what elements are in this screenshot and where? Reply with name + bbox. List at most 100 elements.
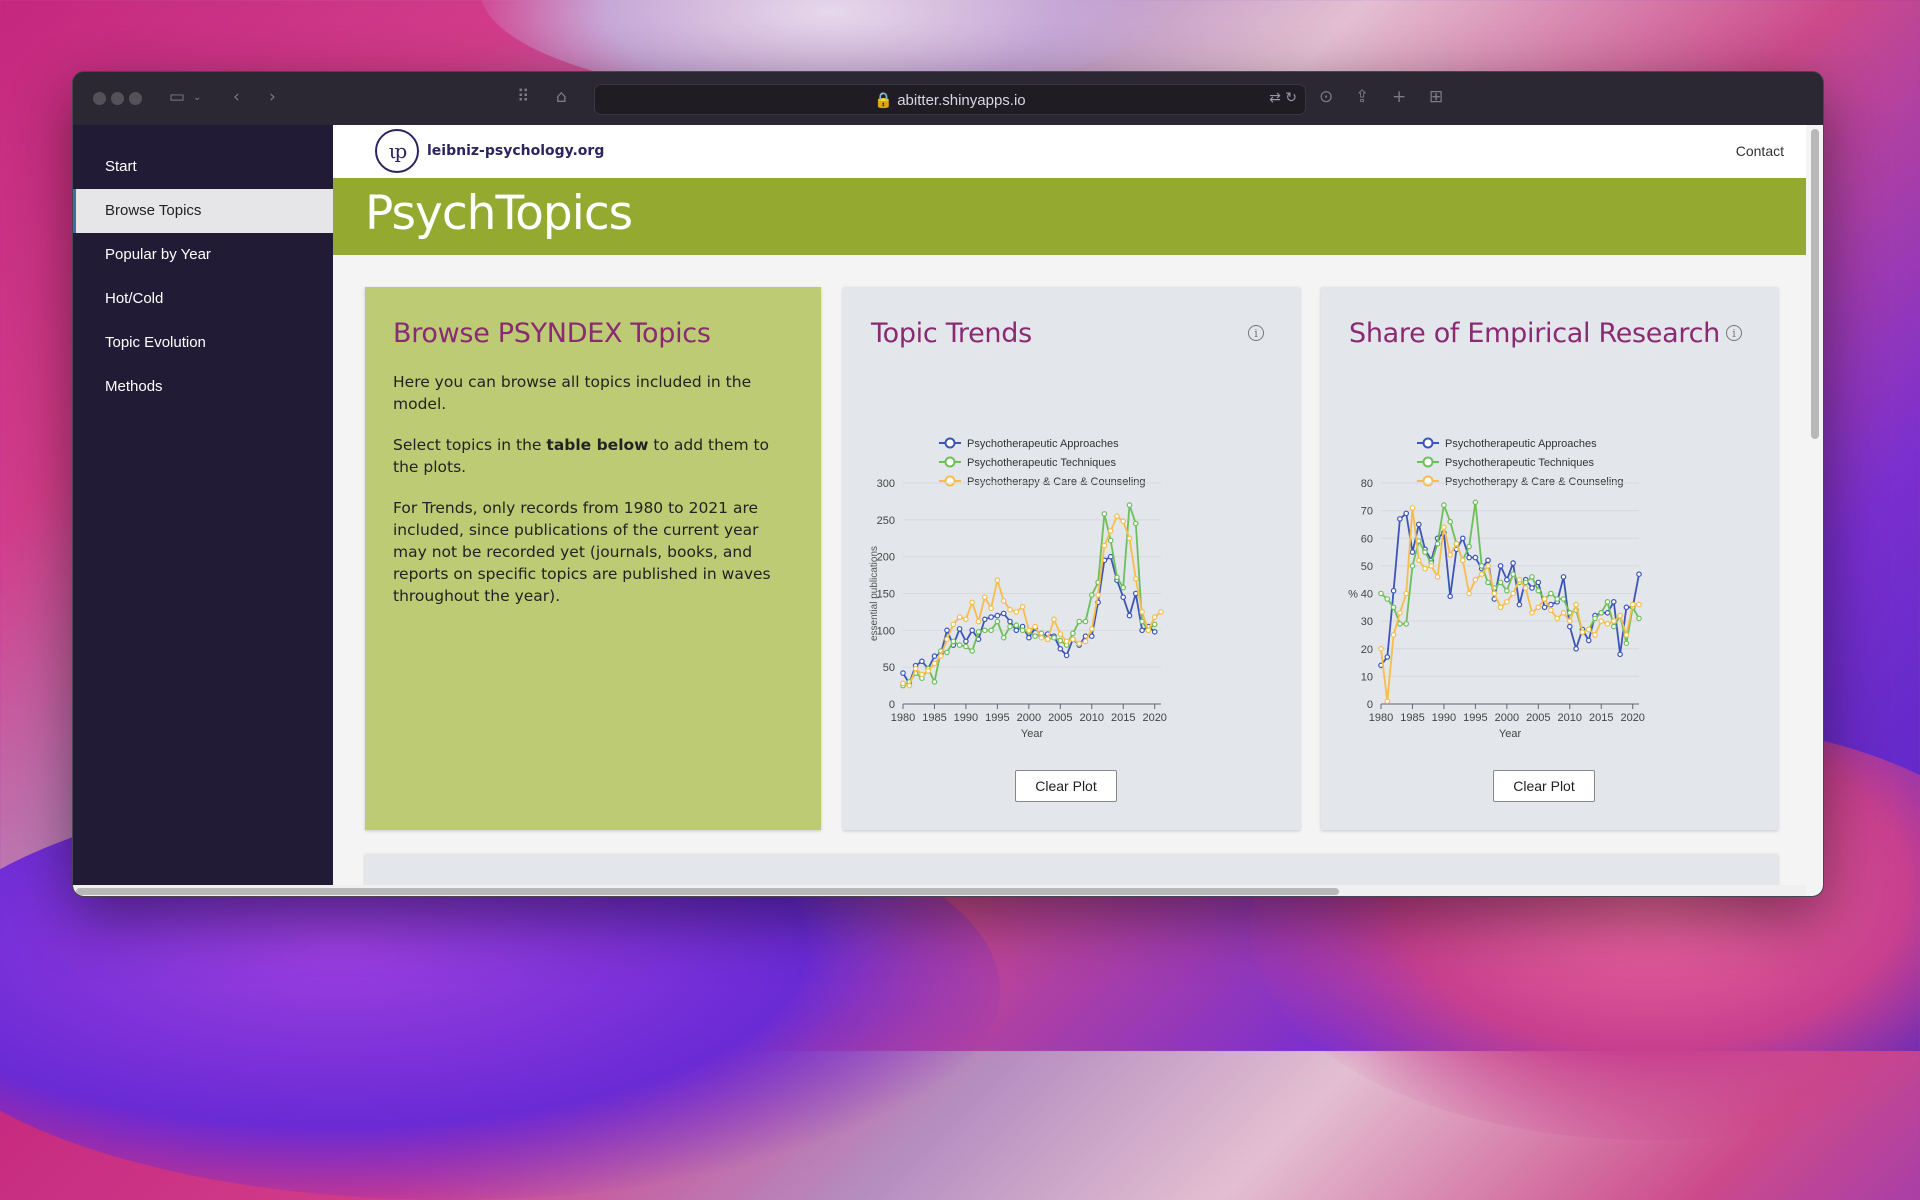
data-point: [1573, 645, 1579, 652]
logo-text[interactable]: leibniz-psychology.org: [427, 143, 604, 159]
contact-link[interactable]: Contact: [1736, 143, 1784, 159]
sidebar-item-popular-by-year[interactable]: Popular by Year: [73, 233, 333, 277]
translate-icon[interactable]: ⇄: [1269, 90, 1281, 106]
data-point: [1529, 610, 1535, 616]
url-text: 🔒 abitter.shinyapps.io: [874, 92, 1026, 109]
data-point: [963, 643, 969, 650]
data-point: [1610, 599, 1617, 605]
topic-trends-chart[interactable]: Psychotherapeutic Approaches Psychotherap…: [843, 365, 1300, 745]
minimize-window-button[interactable]: [111, 92, 124, 105]
data-point: [1560, 596, 1567, 602]
x-tick-label: 2005: [1048, 712, 1072, 724]
sidebar-item-browse-topics[interactable]: Browse Topics: [73, 189, 333, 233]
data-point: [1032, 633, 1038, 640]
data-point: [1114, 574, 1120, 581]
back-icon[interactable]: ‹: [233, 87, 240, 107]
data-point: [1516, 576, 1523, 583]
data-point: [1013, 627, 1020, 634]
sidebar-item-methods[interactable]: Methods: [73, 365, 333, 409]
tab-overview-icon[interactable]: ⊞: [1429, 87, 1443, 107]
new-tab-icon[interactable]: +: [1392, 87, 1406, 107]
data-point: [1434, 574, 1441, 580]
data-point: [975, 618, 982, 625]
data-point: [1485, 563, 1491, 569]
data-point: [1504, 576, 1510, 583]
y-tick-label: 30: [1361, 616, 1373, 628]
legend-label: Psychotherapy & Care & Counseling: [1445, 476, 1624, 488]
data-point: [919, 671, 925, 678]
legend-marker: [1422, 475, 1434, 487]
legend-marker: [1422, 437, 1434, 449]
chevron-down-icon[interactable]: ⌄: [193, 92, 201, 103]
url-actions: ⇄ ↻: [1269, 90, 1297, 106]
share-icon[interactable]: ⇪: [1355, 87, 1369, 107]
info-icon[interactable]: i: [1248, 325, 1264, 341]
legend-marker: [944, 475, 956, 487]
data-point: [956, 614, 963, 620]
data-point: [1541, 596, 1548, 602]
vertical-scrollbar-thumb[interactable]: [1811, 129, 1819, 439]
horizontal-scrollbar-thumb[interactable]: [76, 888, 1339, 895]
x-tick-label: 1980: [1369, 712, 1393, 724]
logo-icon[interactable]: ιp: [375, 129, 419, 173]
sidebar-item-topic-evolution[interactable]: Topic Evolution: [73, 321, 333, 365]
data-point: [1554, 615, 1561, 622]
data-point: [1101, 542, 1108, 549]
data-point: [1567, 618, 1573, 624]
x-tick-label: 1980: [891, 712, 915, 724]
data-point: [1026, 634, 1032, 641]
zoom-window-button[interactable]: [129, 92, 142, 105]
url-label: abitter.shinyapps.io: [897, 92, 1026, 109]
data-point: [900, 680, 906, 687]
data-point: [1636, 601, 1642, 608]
browser-window: ▭ ⌄ ‹ › ⠿ ⌂ 🔒 abitter.shinyapps.io ⇄ ↻ ⊙…: [72, 71, 1824, 897]
data-point: [1384, 698, 1391, 705]
grid-icon[interactable]: ⠿: [517, 87, 529, 107]
data-point: [1610, 618, 1617, 624]
data-point: [1441, 524, 1447, 531]
data-point: [1585, 637, 1592, 644]
empirical-research-chart[interactable]: Psychotherapeutic Approaches Psychotherap…: [1321, 365, 1778, 745]
sidebar-item-hot-cold[interactable]: Hot/Cold: [73, 277, 333, 321]
data-point: [994, 577, 1001, 584]
sidebar-toggle-icon[interactable]: ▭: [169, 87, 185, 107]
x-tick-label: 1990: [954, 712, 978, 724]
data-point: [1497, 563, 1504, 569]
download-icon[interactable]: ⊙: [1319, 87, 1333, 107]
data-point: [1504, 587, 1510, 594]
clear-plot-button[interactable]: Clear Plot: [1015, 770, 1117, 802]
data-point: [1051, 634, 1057, 641]
data-point: [1158, 609, 1164, 615]
data-point: [1466, 543, 1472, 550]
clear-plot-button[interactable]: Clear Plot: [1493, 770, 1595, 802]
data-point: [1107, 553, 1114, 560]
info-icon[interactable]: i: [1726, 325, 1742, 341]
browse-paragraph-1: Here you can browse all topics included …: [393, 373, 752, 413]
data-point: [1114, 513, 1120, 520]
data-point: [1397, 621, 1403, 627]
data-point: [1013, 609, 1020, 615]
home-icon[interactable]: ⌂: [556, 87, 567, 107]
x-tick-label: 1985: [1400, 712, 1424, 724]
legend-marker: [944, 456, 956, 468]
data-point: [1151, 628, 1158, 635]
data-point: [1529, 585, 1535, 591]
forward-icon[interactable]: ›: [269, 87, 276, 107]
reload-icon[interactable]: ↻: [1285, 90, 1297, 106]
data-point: [969, 627, 976, 634]
y-tick-label: 20: [1361, 644, 1373, 656]
data-point: [1560, 610, 1567, 616]
data-point: [1007, 606, 1013, 613]
data-point: [1623, 640, 1630, 647]
x-tick-label: 2015: [1111, 712, 1135, 724]
sidebar-item-start[interactable]: Start: [73, 145, 333, 189]
data-point: [1409, 549, 1416, 555]
data-point: [1491, 590, 1498, 597]
data-point: [1403, 590, 1410, 597]
y-tick-label: 0: [1367, 699, 1373, 711]
close-window-button[interactable]: [93, 92, 106, 105]
x-tick-label: 2005: [1526, 712, 1550, 724]
address-bar[interactable]: 🔒 abitter.shinyapps.io ⇄ ↻: [594, 84, 1306, 115]
data-point: [1089, 592, 1095, 598]
data-point: [1617, 651, 1623, 658]
